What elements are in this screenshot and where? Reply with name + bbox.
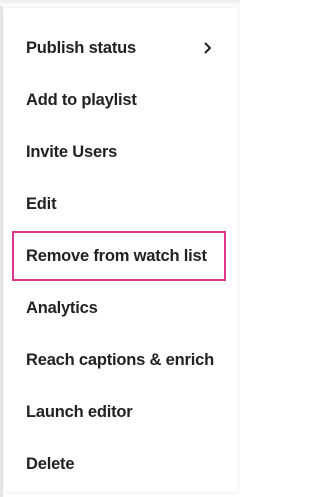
menu-item-remove-from-watch-list[interactable]: Remove from watch list xyxy=(4,230,238,282)
menu-item-label: Publish status xyxy=(26,38,136,57)
menu-item-label: Remove from watch list xyxy=(26,246,207,265)
menu-item-analytics[interactable]: Analytics xyxy=(4,282,238,334)
menu-list: Publish status Add to playlist Invite Us… xyxy=(4,22,238,490)
menu-item-publish-status[interactable]: Publish status xyxy=(4,22,238,74)
menu-item-label: Edit xyxy=(26,194,57,213)
menu-item-label: Add to playlist xyxy=(26,90,137,109)
menu-item-delete[interactable]: Delete xyxy=(4,438,238,490)
menu-item-reach-captions-enrich[interactable]: Reach captions & enrich xyxy=(4,334,238,386)
chevron-right-icon xyxy=(204,42,212,54)
context-menu: Publish status Add to playlist Invite Us… xyxy=(4,8,238,492)
page-top-shadow xyxy=(0,0,240,6)
menu-item-label: Delete xyxy=(26,454,75,473)
page-edge xyxy=(0,0,3,497)
menu-item-edit[interactable]: Edit xyxy=(4,178,238,230)
menu-item-label: Reach captions & enrich xyxy=(26,350,214,369)
menu-item-invite-users[interactable]: Invite Users xyxy=(4,126,238,178)
menu-item-label: Launch editor xyxy=(26,402,133,421)
menu-item-label: Invite Users xyxy=(26,142,118,161)
menu-item-add-to-playlist[interactable]: Add to playlist xyxy=(4,74,238,126)
menu-item-launch-editor[interactable]: Launch editor xyxy=(4,386,238,438)
menu-item-label: Analytics xyxy=(26,298,98,317)
